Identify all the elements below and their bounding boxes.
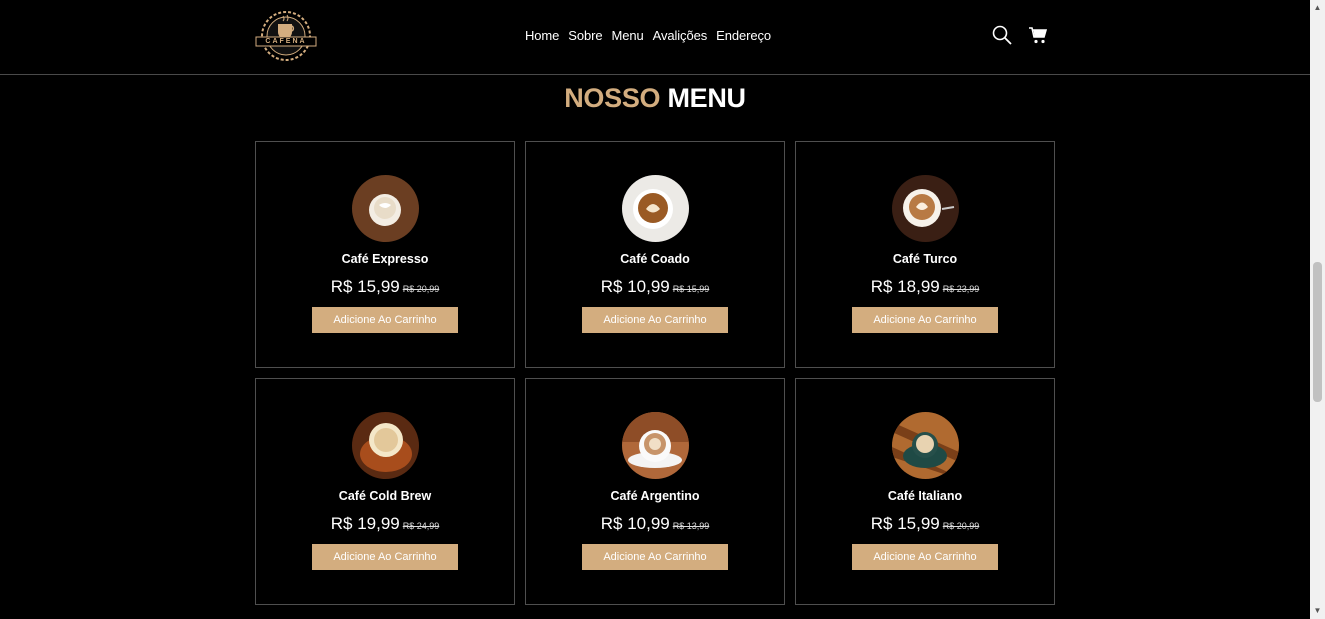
scrollbar-thumb[interactable] (1313, 262, 1322, 402)
item-name: Café Expresso (341, 252, 429, 266)
price-old: R$ 13,99 (672, 521, 710, 531)
add-to-cart-button[interactable]: Adicione Ao Carrinho (852, 544, 998, 570)
menu-grid: Café Expresso R$ 15,99 R$ 20,99 Adicione … (255, 141, 1055, 605)
price-current: R$ 19,99 (330, 514, 400, 533)
menu-card: Café Argentino R$ 10,99 R$ 13,99 Adicione… (525, 378, 785, 605)
item-price: R$ 18,99 R$ 23,99 (796, 277, 1054, 297)
add-to-cart-button[interactable]: Adicione Ao Carrinho (312, 307, 458, 333)
cafena-logo[interactable]: CAFENA (254, 10, 318, 62)
menu-card: Café Italiano R$ 15,99 R$ 20,99 Adicione … (795, 378, 1055, 605)
vertical-scrollbar[interactable]: ▲ ▼ (1310, 0, 1325, 619)
item-price: R$ 10,99 R$ 13,99 (526, 514, 784, 534)
page: CAFENA Home Sobre Menu Avalições Endereç… (0, 0, 1310, 619)
item-price: R$ 15,99 R$ 20,99 (256, 277, 514, 297)
coffee-image (622, 412, 689, 479)
price-old: R$ 20,99 (942, 521, 980, 531)
menu-card: Café Expresso R$ 15,99 R$ 20,99 Adicione … (255, 141, 515, 368)
add-to-cart-button[interactable]: Adicione Ao Carrinho (852, 307, 998, 333)
item-name: Café Cold Brew (338, 489, 432, 503)
item-name: Café Coado (620, 252, 690, 266)
nav-avaliacoes[interactable]: Avalições (653, 28, 708, 43)
search-icon[interactable] (992, 25, 1012, 45)
nav-endereco[interactable]: Endereço (716, 28, 771, 43)
add-to-cart-button[interactable]: Adicione Ao Carrinho (312, 544, 458, 570)
menu-card: Café Turco R$ 18,99 R$ 23,99 Adicione Ao … (795, 141, 1055, 368)
nav-sobre[interactable]: Sobre (568, 28, 602, 43)
menu-card: Café Coado R$ 10,99 R$ 15,99 Adicione Ao … (525, 141, 785, 368)
title-accent: NOSSO (564, 83, 661, 113)
logo-text: CAFENA (265, 38, 307, 45)
menu-card: Café Cold Brew R$ 19,99 R$ 24,99 Adicione… (255, 378, 515, 605)
price-current: R$ 10,99 (600, 277, 670, 296)
add-to-cart-button[interactable]: Adicione Ao Carrinho (582, 307, 728, 333)
coffee-image (892, 412, 959, 479)
coffee-image (352, 412, 419, 479)
price-current: R$ 10,99 (600, 514, 670, 533)
coffee-image (352, 175, 419, 242)
price-current: R$ 18,99 (870, 277, 940, 296)
title-rest: MENU (667, 83, 746, 113)
price-current: R$ 15,99 (330, 277, 400, 296)
item-price: R$ 19,99 R$ 24,99 (256, 514, 514, 534)
price-current: R$ 15,99 (870, 514, 940, 533)
price-old: R$ 20,99 (402, 284, 440, 294)
nav-home[interactable]: Home (525, 28, 559, 43)
item-price: R$ 15,99 R$ 20,99 (796, 514, 1054, 534)
coffee-image (622, 175, 689, 242)
cart-icon[interactable] (1028, 25, 1048, 45)
item-name: Café Italiano (887, 489, 963, 503)
coffee-image (892, 175, 959, 242)
main-nav: Home Sobre Menu Avalições Endereço (525, 28, 780, 43)
price-old: R$ 24,99 (402, 521, 440, 531)
nav-menu[interactable]: Menu (611, 28, 643, 43)
item-price: R$ 10,99 R$ 15,99 (526, 277, 784, 297)
scroll-up-icon[interactable]: ▲ (1313, 3, 1322, 12)
price-old: R$ 23,99 (942, 284, 980, 294)
item-name: Café Turco (892, 252, 958, 266)
price-old: R$ 15,99 (672, 284, 710, 294)
scroll-down-icon[interactable]: ▼ (1313, 606, 1322, 615)
header-icons (992, 25, 1048, 45)
section-title: NOSSO MENU (0, 83, 1310, 114)
site-header: CAFENA Home Sobre Menu Avalições Endereç… (0, 0, 1310, 75)
add-to-cart-button[interactable]: Adicione Ao Carrinho (582, 544, 728, 570)
item-name: Café Argentino (610, 489, 700, 503)
